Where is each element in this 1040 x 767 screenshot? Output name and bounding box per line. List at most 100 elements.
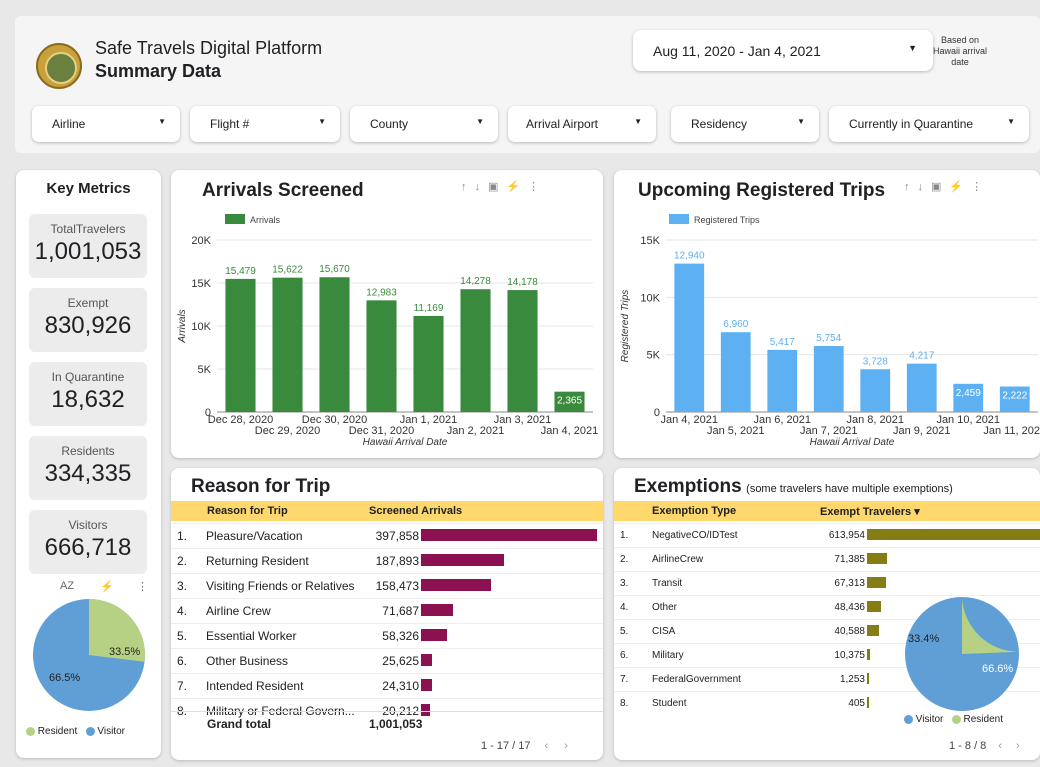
- bar[interactable]: [460, 289, 491, 412]
- exemptions-title-row: Exemptions (some travelers have multiple…: [634, 476, 953, 498]
- row-value: 40,588: [834, 626, 865, 637]
- prev-page-icon[interactable]: ‹: [998, 740, 1002, 752]
- x-tick-label: Jan 4, 2021: [541, 425, 599, 437]
- table-row[interactable]: 4. Airline Crew 71,687: [171, 598, 603, 623]
- drill-icon[interactable]: ▣: [931, 181, 949, 193]
- bar[interactable]: [674, 263, 705, 412]
- table-row[interactable]: 6. Other Business 25,625: [171, 648, 603, 673]
- sort-down-icon[interactable]: ↓: [475, 181, 489, 193]
- row-bar: [421, 654, 433, 666]
- row-name: Other Business: [206, 654, 289, 668]
- bar-value-label: 4,217: [909, 351, 934, 362]
- filter-quarantine[interactable]: Currently in Quarantine ▼: [829, 106, 1029, 142]
- metric-exempt: Exempt 830,926: [29, 288, 147, 352]
- next-page-icon[interactable]: ›: [564, 740, 568, 752]
- column-header-exempt-travelers[interactable]: Exempt Travelers ▾: [820, 505, 920, 518]
- filter-label: Residency: [691, 117, 748, 131]
- bar[interactable]: [413, 315, 444, 412]
- lightning-icon[interactable]: ⚡: [506, 181, 528, 193]
- chevron-down-icon: ▼: [476, 117, 484, 126]
- row-name: CISA: [652, 626, 676, 637]
- y-axis-label: Arrivals: [177, 309, 188, 343]
- pager: 1 - 8 / 8 ‹ ›: [949, 740, 1020, 752]
- filter-residency[interactable]: Residency ▼: [671, 106, 819, 142]
- row-value: 48,436: [834, 602, 865, 613]
- row-bar: [867, 673, 869, 684]
- more-icon[interactable]: ⋮: [971, 181, 990, 193]
- column-header-exemption[interactable]: Exemption Type: [652, 505, 736, 517]
- row-name: Pleasure/Vacation: [206, 529, 303, 543]
- row-name: Transit: [652, 578, 683, 589]
- metric-visitors: Visitors 666,718: [29, 510, 147, 574]
- metric-in-quarantine: In Quarantine 18,632: [29, 362, 147, 426]
- pie-label-visitor: 66.5%: [49, 672, 80, 684]
- row-value: 405: [848, 698, 865, 709]
- exemptions-card: Exemptions (some travelers have multiple…: [614, 468, 1040, 760]
- drill-icon[interactable]: ▣: [488, 181, 506, 193]
- row-value: 158,473: [375, 579, 419, 593]
- chevron-down-icon: ▼: [318, 117, 326, 126]
- table-row[interactable]: 3. Transit 67,313: [614, 571, 1040, 595]
- sort-az-icon[interactable]: AZ: [60, 580, 74, 592]
- row-index: 7.: [620, 674, 629, 685]
- y-tick-label: 15K: [191, 278, 211, 290]
- filter-arrival-airport[interactable]: Arrival Airport ▼: [508, 106, 656, 142]
- app-title: Safe Travels Digital Platform: [95, 38, 323, 58]
- table-row[interactable]: 1. Pleasure/Vacation 397,858: [171, 523, 603, 548]
- column-header-screened[interactable]: Screened Arrivals: [369, 505, 462, 517]
- date-range-picker[interactable]: Aug 11, 2020 - Jan 4, 2021 ▼: [633, 30, 933, 71]
- filter-county[interactable]: County ▼: [350, 106, 498, 142]
- bar[interactable]: [366, 300, 397, 412]
- table-row[interactable]: 2. AirlineCrew 71,385: [614, 547, 1040, 571]
- row-bar: [421, 554, 505, 566]
- bar[interactable]: [813, 346, 844, 412]
- lightning-icon[interactable]: ⚡: [100, 580, 114, 593]
- bar[interactable]: [720, 332, 751, 412]
- filter-flight[interactable]: Flight # ▼: [190, 106, 340, 142]
- metric-label: TotalTravelers: [50, 222, 126, 236]
- bar[interactable]: [225, 278, 256, 412]
- more-icon[interactable]: ⋮: [528, 181, 547, 193]
- filter-label: Airline: [52, 117, 86, 131]
- row-value: 71,385: [834, 554, 865, 565]
- lightning-icon[interactable]: ⚡: [949, 181, 971, 193]
- row-bar: [421, 604, 453, 616]
- sort-up-icon[interactable]: ↑: [904, 181, 918, 193]
- filter-airline[interactable]: Airline ▼: [32, 106, 180, 142]
- bar[interactable]: [906, 363, 937, 412]
- table-row[interactable]: 5. Essential Worker 58,326: [171, 623, 603, 648]
- bar[interactable]: [767, 349, 798, 412]
- sort-desc-icon: ▾: [914, 506, 920, 518]
- exemptions-table-header: Exemption Type Exempt Travelers ▾: [614, 501, 1040, 521]
- bar-value-label: 2,459: [956, 388, 981, 399]
- row-bar: [421, 579, 492, 591]
- next-page-icon[interactable]: ›: [1016, 740, 1020, 752]
- row-value: 71,687: [382, 604, 419, 618]
- row-index: 3.: [620, 578, 629, 589]
- row-value: 397,858: [375, 529, 419, 543]
- grand-total-value: 1,001,053: [369, 717, 423, 731]
- more-icon[interactable]: ⋮: [137, 580, 148, 593]
- table-row[interactable]: 1. NegativeCO/IDTest 613,954: [614, 523, 1040, 547]
- sort-down-icon[interactable]: ↓: [918, 181, 932, 193]
- legend-label: Arrivals: [250, 215, 281, 225]
- bar[interactable]: [507, 290, 538, 412]
- row-name: Military: [652, 650, 684, 661]
- table-row[interactable]: 3. Visiting Friends or Relatives 158,473: [171, 573, 603, 598]
- prev-page-icon[interactable]: ‹: [545, 740, 549, 752]
- y-tick-label: 20K: [191, 235, 211, 247]
- row-name: Other: [652, 602, 678, 613]
- column-header-reason[interactable]: Reason for Trip: [207, 505, 288, 517]
- table-row[interactable]: 2. Returning Resident 187,893: [171, 548, 603, 573]
- sort-up-icon[interactable]: ↑: [461, 181, 475, 193]
- bar[interactable]: [272, 277, 303, 412]
- table-row[interactable]: 7. Intended Resident 24,310: [171, 673, 603, 698]
- bar[interactable]: [319, 277, 350, 412]
- row-index: 7.: [177, 679, 188, 693]
- row-index: 2.: [620, 554, 629, 565]
- row-value: 10,375: [834, 650, 865, 661]
- row-index: 3.: [177, 579, 188, 593]
- row-index: 2.: [177, 554, 188, 568]
- bar[interactable]: [860, 369, 891, 412]
- exemptions-pie-legend: Visitor Resident: [904, 714, 1003, 725]
